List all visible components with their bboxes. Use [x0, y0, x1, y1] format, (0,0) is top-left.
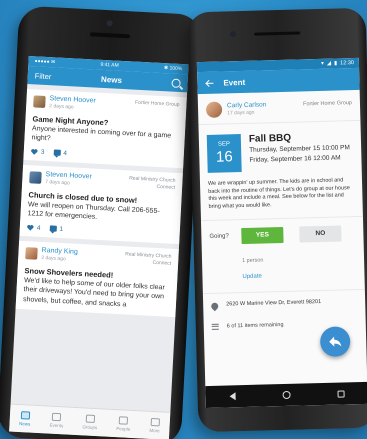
avatar — [25, 246, 38, 260]
tab-label: News — [18, 421, 31, 427]
calendar-icon — [52, 412, 62, 422]
yes-button[interactable]: YES — [241, 226, 284, 244]
camera — [230, 31, 237, 38]
post-group: Fortier Home Group — [134, 99, 180, 108]
filter-button[interactable]: Filter — [35, 71, 52, 81]
tab-label: Events — [49, 422, 64, 429]
carrier-signal: ●●●●● ✉ — [34, 58, 56, 66]
tab-bar: News Events Groups People More — [9, 403, 171, 439]
date-day: 16 — [215, 148, 233, 166]
location-row[interactable]: 2620 W Marine View Dr, Everett 98201 — [202, 288, 366, 320]
ios-screen: ●●●●● ✉ 9:41 AM ✱ 100% Filter News Steve… — [9, 56, 189, 439]
event-address: 2620 W Marine View Dr, Everett 98201 — [226, 298, 322, 308]
people-icon — [119, 416, 129, 425]
event-start: Thursday, September 15 10:00 PM — [249, 144, 350, 154]
items-remaining: 6 of 11 items remaining — [226, 321, 284, 330]
like-button[interactable]: 3 — [31, 148, 45, 156]
comment-icon — [49, 225, 57, 232]
no-button[interactable]: NO — [299, 225, 342, 243]
news-icon — [20, 411, 30, 420]
signal-icon: ◢ — [326, 60, 332, 67]
nav-recents-icon[interactable] — [336, 389, 345, 398]
comment-count: 1 — [59, 225, 64, 233]
back-arrow-icon[interactable] — [205, 79, 213, 87]
going-label: Going? — [209, 233, 229, 240]
speaker — [89, 32, 131, 39]
rsvp-info: 1 person Update — [202, 249, 365, 293]
avatar — [205, 101, 223, 118]
like-button[interactable]: 4 — [27, 224, 41, 232]
event-summary: SEP 16 Fall BBQ Thursday, September 15 1… — [198, 121, 361, 177]
battery-status: ✱ 100% — [163, 65, 183, 73]
news-card[interactable]: Randy King 2 days ago Real Ministry Chur… — [15, 240, 179, 318]
nav-home-icon[interactable] — [281, 390, 291, 400]
tab-news[interactable]: News — [19, 411, 31, 427]
event-posted-time: 17 days ago — [227, 109, 255, 117]
tab-label: Groups — [82, 424, 98, 431]
tab-label: People — [116, 426, 131, 432]
speaker — [254, 31, 301, 36]
like-count: 3 — [40, 148, 45, 156]
tab-groups[interactable]: Groups — [82, 414, 98, 430]
status-time: 12:30 — [340, 60, 354, 67]
tab-label: More — [149, 427, 160, 434]
comment-button[interactable]: 1 — [49, 225, 63, 233]
post-time: 2 days ago — [49, 103, 74, 111]
event-group: Fortier Home Group — [302, 100, 353, 108]
update-link[interactable]: Update — [242, 271, 356, 290]
page-title: News — [100, 74, 123, 85]
news-card[interactable]: Steven Hoover 7 days ago Real Ministry C… — [19, 164, 183, 244]
post-time: 7 days ago — [45, 178, 70, 187]
status-time: 9:41 AM — [100, 61, 119, 69]
event-title: Fall BBQ — [248, 132, 292, 145]
attendee-count: 1 person — [241, 257, 264, 264]
iphone-device: ●●●●● ✉ 9:41 AM ✱ 100% Filter News Steve… — [0, 5, 204, 439]
location-pin-icon — [211, 302, 218, 311]
android-nav-bar — [205, 381, 367, 409]
android-screen: ▾ ◢ ▮ 12:30 Event Carly Carlson 17 days … — [196, 57, 367, 409]
avatar — [29, 171, 42, 184]
comment-count: 4 — [63, 149, 68, 158]
post-group: Real Ministry Church Connect — [125, 251, 172, 267]
reply-fab[interactable] — [319, 326, 351, 358]
list-icon — [211, 323, 219, 330]
wifi-icon: ▾ — [321, 60, 324, 67]
event-header: Carly Carlson 17 days ago Fortier Home G… — [197, 89, 361, 126]
tab-more[interactable]: More — [149, 417, 160, 434]
groups-icon — [85, 414, 95, 423]
event-description: We are wrappin' up summer. The kids are … — [199, 172, 363, 221]
camera — [106, 20, 113, 27]
post-group: Real Ministry Church Connect — [128, 175, 176, 191]
heart-icon — [27, 224, 34, 231]
nav-back-icon[interactable] — [228, 392, 236, 401]
heart-icon — [31, 149, 38, 155]
reply-icon — [329, 336, 342, 347]
news-card[interactable]: Steven Hoover 2 days ago Fortier Home Gr… — [23, 88, 187, 169]
event-end: Friday, September 16 12:00 AM — [249, 154, 341, 165]
tab-people[interactable]: People — [116, 416, 131, 432]
like-count: 4 — [36, 224, 41, 232]
tab-events[interactable]: Events — [49, 412, 64, 429]
avatar — [33, 95, 46, 108]
search-icon[interactable] — [171, 78, 181, 88]
event-author[interactable]: Carly Carlson — [227, 101, 267, 109]
date-month: SEP — [217, 141, 231, 148]
comment-button[interactable]: 4 — [53, 149, 67, 157]
more-icon — [150, 417, 160, 427]
post-time: 2 days ago — [41, 254, 66, 262]
battery-icon: ▮ — [334, 60, 338, 67]
rsvp-row: Going? YES NO — [201, 217, 364, 253]
android-device: ▾ ◢ ▮ 12:30 Event Carly Carlson 17 days … — [187, 7, 367, 433]
comment-icon — [53, 149, 61, 157]
page-title: Event — [223, 77, 246, 87]
date-badge: SEP 16 — [206, 134, 242, 173]
